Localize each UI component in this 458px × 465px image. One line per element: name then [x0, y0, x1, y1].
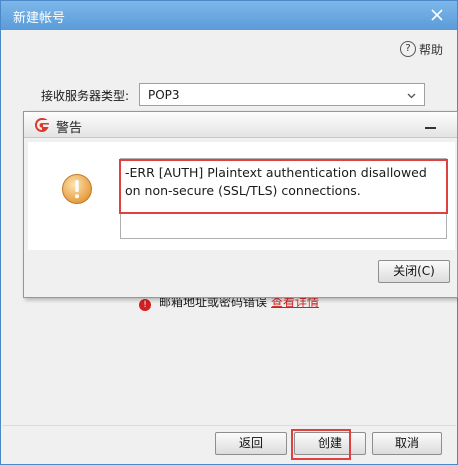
- server-type-select[interactable]: POP3: [139, 83, 425, 106]
- warning-title-bar: 警告: [24, 112, 457, 138]
- message-text: -ERR [AUTH] Plaintext authentication dis…: [125, 165, 427, 198]
- message-textbox[interactable]: -ERR [AUTH] Plaintext authentication dis…: [120, 158, 447, 239]
- footer-divider: [2, 425, 456, 426]
- server-type-label: 接收服务器类型:: [41, 89, 130, 103]
- chevron-down-icon: [407, 93, 416, 99]
- server-type-value: POP3: [148, 88, 180, 102]
- help-link[interactable]: ? 帮助: [400, 40, 443, 58]
- close-alert-button[interactable]: 关闭(C): [378, 260, 450, 283]
- warning-title: 警告: [56, 121, 83, 136]
- window-title: 新建帐号: [13, 11, 66, 26]
- title-bar: 新建帐号: [1, 1, 457, 30]
- create-button[interactable]: 创建: [294, 432, 366, 455]
- minimize-icon[interactable]: [422, 116, 438, 134]
- warning-dialog: 警告 -ERR [AUTH] Plaintext authentication …: [23, 111, 458, 298]
- foxmail-logo-icon: [35, 118, 49, 132]
- warning-icon: [62, 174, 92, 204]
- close-icon: [431, 9, 443, 21]
- error-icon: !: [139, 299, 151, 311]
- cancel-button[interactable]: 取消: [372, 432, 442, 455]
- close-button[interactable]: [425, 4, 449, 26]
- back-button[interactable]: 返回: [215, 432, 287, 455]
- warning-body: -ERR [AUTH] Plaintext authentication dis…: [28, 142, 455, 250]
- help-label: 帮助: [419, 42, 444, 57]
- help-icon: ?: [400, 41, 416, 57]
